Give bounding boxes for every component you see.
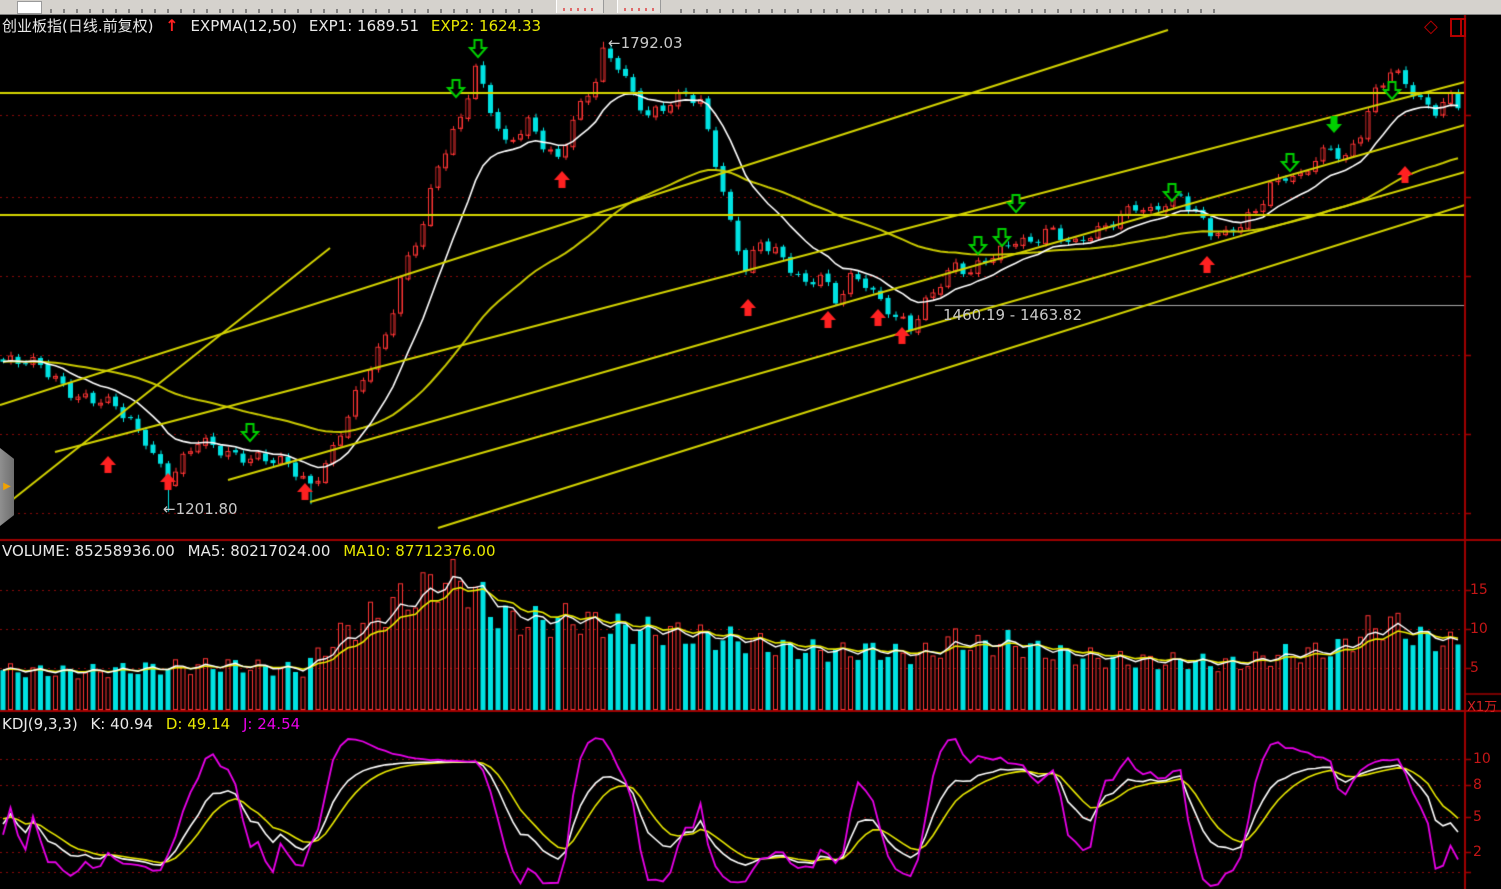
trading-app-window: 创业板指(日线.前复权) ↑ EXPMA(12,50) EXP1: 1689.5… (0, 0, 1501, 889)
clipped-menu-text-2 (680, 9, 1220, 13)
symbol-title: 创业板指(日线.前复权) (2, 17, 153, 35)
volume-axis-label: 5 (1470, 660, 1479, 676)
kdj-label[interactable]: KDJ(9,3,3) (2, 715, 78, 733)
low-price-annotation: ←1201.80 (163, 500, 238, 518)
gap-range-annotation: 1460.19 - 1463.82 (943, 306, 1082, 324)
indicator-label[interactable]: EXPMA(12,50) (190, 17, 297, 35)
main-chart-header: 创业板指(日线.前复权) ↑ EXPMA(12,50) EXP1: 1689.5… (2, 15, 548, 36)
toolbar-button-2[interactable] (617, 0, 661, 13)
volume-ma5-value: MA5: 80217024.00 (188, 542, 331, 560)
volume-axis-label: 10 (1470, 621, 1488, 637)
exp1-value: EXP1: 1689.51 (309, 17, 419, 35)
sidebar-expand-handle[interactable]: ▶ (0, 448, 14, 526)
top-menu-bar[interactable] (0, 0, 1501, 15)
kdj-pane-header: KDJ(9,3,3) K: 40.94 D: 49.14 J: 24.54 (2, 715, 308, 733)
price-chart-canvas[interactable] (0, 0, 1501, 889)
kdj-axis-label: 8 (1473, 777, 1482, 793)
kdj-axis-label: 2 (1473, 844, 1482, 860)
window-split-icon[interactable] (1450, 18, 1466, 37)
toolbar-button-1[interactable] (556, 0, 604, 13)
kdj-k-value: K: 40.94 (90, 715, 153, 733)
volume-unit-label: X1万 (1467, 696, 1497, 715)
clipped-menu-text (50, 9, 540, 13)
volume-value: VOLUME: 85258936.00 (2, 542, 175, 560)
volume-axis-label: 15 (1470, 582, 1488, 598)
toolbar-field (17, 1, 42, 14)
diamond-icon[interactable]: ◇ (1424, 16, 1438, 37)
peak-price-annotation: ←1792.03 (608, 34, 683, 52)
expand-arrow-icon: ▶ (3, 482, 11, 492)
volume-ma10-value: MA10: 87712376.00 (343, 542, 495, 560)
exp2-value: EXP2: 1624.33 (431, 17, 541, 35)
kdj-axis-label: 10 (1473, 751, 1491, 767)
kdj-axis-label: 5 (1473, 809, 1482, 825)
volume-pane-header: VOLUME: 85258936.00 MA5: 80217024.00 MA1… (2, 542, 504, 560)
buy-signal-arrow-icon: ↑ (165, 16, 178, 35)
kdj-d-value: D: 49.14 (166, 715, 230, 733)
kdj-j-value: J: 24.54 (243, 715, 300, 733)
